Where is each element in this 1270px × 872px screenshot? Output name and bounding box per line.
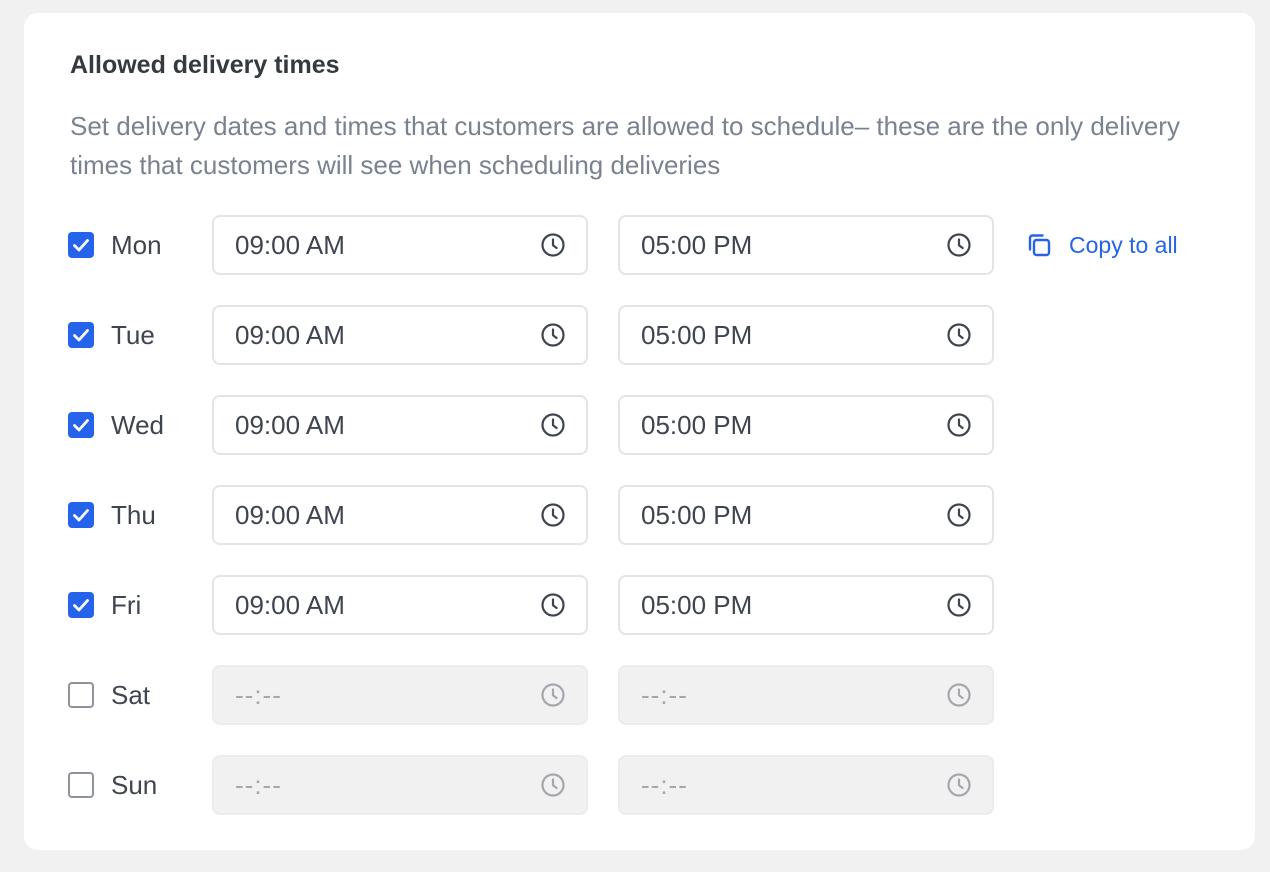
day-label: Tue <box>111 320 155 350</box>
clock-icon <box>947 773 971 797</box>
start-time-value: --:-- <box>235 680 282 710</box>
end-time-value: --:-- <box>641 680 688 710</box>
start-time-input[interactable]: --:-- <box>212 665 588 725</box>
end-time-value: 05:00 PM <box>641 500 753 530</box>
delivery-times-card: Allowed delivery times Set delivery date… <box>24 13 1255 850</box>
check-icon <box>73 239 89 252</box>
clock-icon <box>947 593 971 617</box>
end-time-input[interactable]: --:-- <box>618 665 994 725</box>
day-checkbox[interactable] <box>68 772 94 798</box>
day-row-sun: Sun --:-- --:-- <box>24 755 1255 815</box>
section-description: Set delivery dates and times that custom… <box>70 111 1180 180</box>
start-time-value: 09:00 AM <box>235 320 345 350</box>
clock-icon <box>541 503 565 527</box>
day-label: Sun <box>111 770 158 800</box>
day-row-tue: Tue 09:00 AM 05:00 PM <box>24 305 1255 365</box>
day-checkbox[interactable] <box>68 682 94 708</box>
clock-icon <box>541 323 565 347</box>
day-row-fri: Fri 09:00 AM 05:00 PM <box>24 575 1255 635</box>
clock-icon <box>541 593 565 617</box>
check-icon <box>73 599 89 612</box>
clock-icon <box>947 683 971 707</box>
day-checkbox[interactable] <box>68 592 94 618</box>
start-time-input[interactable]: 09:00 AM <box>212 485 588 545</box>
end-time-value: 05:00 PM <box>641 320 753 350</box>
day-label: Wed <box>111 410 164 440</box>
day-label: Mon <box>111 230 162 260</box>
check-icon <box>73 509 89 522</box>
start-time-input[interactable]: 09:00 AM <box>212 305 588 365</box>
copy-icon <box>1028 234 1051 257</box>
copy-to-all-label: Copy to all <box>1069 232 1178 258</box>
clock-icon <box>541 413 565 437</box>
clock-icon <box>541 683 565 707</box>
end-time-value: 05:00 PM <box>641 230 753 260</box>
end-time-input[interactable]: 05:00 PM <box>618 305 994 365</box>
clock-icon <box>947 233 971 257</box>
end-time-value: 05:00 PM <box>641 410 753 440</box>
start-time-value: 09:00 AM <box>235 230 345 260</box>
day-row-thu: Thu 09:00 AM 05:00 PM <box>24 485 1255 545</box>
start-time-value: 09:00 AM <box>235 500 345 530</box>
day-label: Sat <box>111 680 151 710</box>
start-time-input[interactable]: 09:00 AM <box>212 395 588 455</box>
start-time-input[interactable]: --:-- <box>212 755 588 815</box>
clock-icon <box>541 233 565 257</box>
end-time-value: --:-- <box>641 770 688 800</box>
day-row-wed: Wed 09:00 AM 05:00 PM <box>24 395 1255 455</box>
clock-icon <box>541 773 565 797</box>
start-time-value: 09:00 AM <box>235 590 345 620</box>
end-time-input[interactable]: 05:00 PM <box>618 215 994 275</box>
end-time-input[interactable]: 05:00 PM <box>618 485 994 545</box>
end-time-value: 05:00 PM <box>641 590 753 620</box>
clock-icon <box>947 413 971 437</box>
day-label: Fri <box>111 590 142 620</box>
clock-icon <box>947 323 971 347</box>
check-icon <box>73 329 89 342</box>
day-label: Thu <box>111 500 156 530</box>
start-time-value: 09:00 AM <box>235 410 345 440</box>
end-time-input[interactable]: 05:00 PM <box>618 575 994 635</box>
day-checkbox[interactable] <box>68 502 94 528</box>
check-icon <box>73 419 89 432</box>
day-checkbox[interactable] <box>68 322 94 348</box>
day-row-mon: Mon 09:00 AM 05:00 PM Copy to all <box>24 215 1255 275</box>
end-time-input[interactable]: 05:00 PM <box>618 395 994 455</box>
section-title: Allowed delivery times <box>70 51 340 79</box>
day-checkbox[interactable] <box>68 232 94 258</box>
start-time-value: --:-- <box>235 770 282 800</box>
day-checkbox[interactable] <box>68 412 94 438</box>
start-time-input[interactable]: 09:00 AM <box>212 215 588 275</box>
clock-icon <box>947 503 971 527</box>
end-time-input[interactable]: --:-- <box>618 755 994 815</box>
start-time-input[interactable]: 09:00 AM <box>212 575 588 635</box>
day-row-sat: Sat --:-- --:-- <box>24 665 1255 725</box>
